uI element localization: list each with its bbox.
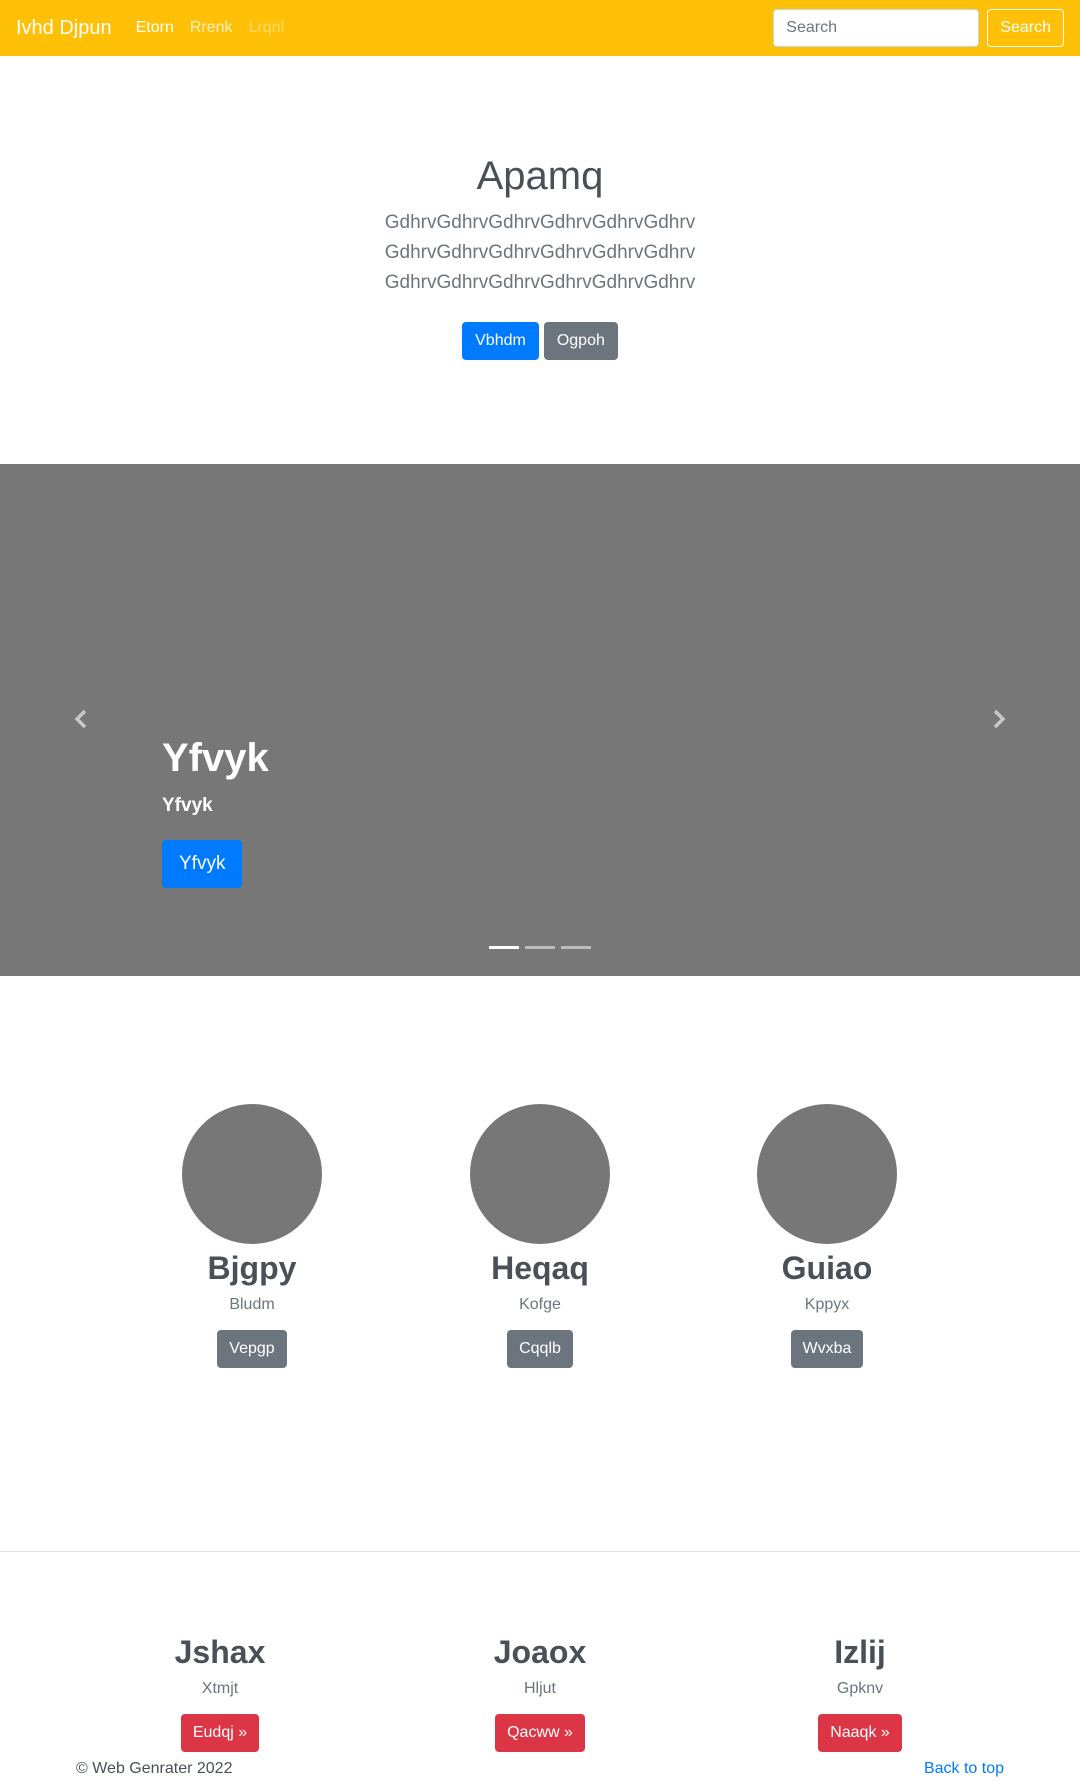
placeholder-image: [470, 1104, 610, 1244]
feature-button[interactable]: Naaqk »: [818, 1714, 902, 1752]
carousel-caption-subtitle: Yfvyk: [162, 795, 213, 816]
hero-secondary-button[interactable]: Ogpoh: [543, 322, 618, 360]
circle-title: Guiao: [781, 1250, 873, 1286]
feature-subtitle: Gpknv: [836, 1680, 884, 1697]
nav-link-lrqnl: Lrqnl: [248, 19, 285, 36]
circle-column: Guiao Kppyx Wvxba: [687, 1104, 967, 1368]
feature-column: Izlij Gpknv Naaqk »: [720, 1632, 1000, 1752]
feature-title: Izlij: [834, 1634, 886, 1670]
chevron-right-icon: [993, 709, 1006, 729]
carousel: Yfvyk Yfvyk Yfvyk: [0, 464, 1080, 976]
carousel-indicator-1[interactable]: [489, 946, 519, 949]
circle-subtitle: Kppyx: [804, 1296, 850, 1313]
carousel-indicators: [0, 946, 1080, 949]
circle-button[interactable]: Wvxba: [790, 1330, 864, 1368]
chevron-left-icon: [74, 709, 87, 729]
circle-column: Heqaq Kofge Cqqlb: [400, 1104, 680, 1368]
circle-button[interactable]: Cqqlb: [507, 1330, 573, 1368]
feature-title: Jshax: [174, 1634, 266, 1670]
carousel-caption-title: Yfvyk: [162, 736, 269, 780]
section-divider: [0, 1551, 1080, 1552]
placeholder-image: [182, 1104, 322, 1244]
feature-button[interactable]: Qacww »: [495, 1714, 585, 1752]
nav-link-etorn[interactable]: Etorn: [136, 19, 174, 37]
feature-subtitle: Hljut: [523, 1680, 556, 1697]
hero-lead: GdhrvGdhrvGdhrvGdhrvGdhrvGdhrvGdhrvGdhrv…: [384, 212, 696, 293]
footer-copyright: © Web Genrater 2022: [76, 1760, 233, 1777]
circle-title: Bjgpy: [207, 1250, 297, 1286]
feature-button[interactable]: Eudqj »: [180, 1714, 260, 1752]
feature-column: Joaox Hljut Qacww »: [400, 1632, 680, 1752]
hero-title: Apamq: [476, 154, 604, 198]
nav-link-rrenk[interactable]: Rrenk: [190, 19, 233, 37]
navbar: Ivhd Djpun Etorn Rrenk Lrqnl Search: [0, 0, 1080, 56]
circle-title: Heqaq: [491, 1250, 589, 1286]
circle-subtitle: Bludm: [229, 1296, 275, 1313]
feature-subtitle: Xtmjt: [201, 1680, 239, 1697]
circle-button[interactable]: Vepgp: [217, 1330, 287, 1368]
hero-section: Apamq GdhrvGdhrvGdhrvGdhrvGdhrvGdhrvGdhr…: [0, 56, 1080, 464]
placeholder-image: [757, 1104, 897, 1244]
carousel-indicator-3[interactable]: [561, 946, 591, 949]
circle-column: Bjgpy Bludm Vepgp: [112, 1104, 392, 1368]
hero-primary-button[interactable]: Vbhdm: [462, 322, 539, 360]
back-to-top-link[interactable]: Back to top: [924, 1760, 1004, 1778]
carousel-caption-button[interactable]: Yfvyk: [162, 840, 243, 888]
circle-subtitle: Kofge: [519, 1296, 561, 1313]
navbar-brand[interactable]: Ivhd Djpun: [16, 17, 112, 40]
hero-buttons: Vbhdm Ogpoh: [0, 322, 1080, 360]
feature-title: Joaox: [493, 1634, 587, 1670]
feature-column: Jshax Xtmjt Eudqj »: [80, 1632, 360, 1752]
carousel-prev-button[interactable]: [66, 704, 96, 734]
carousel-indicator-2[interactable]: [525, 946, 555, 949]
search-button[interactable]: Search: [987, 9, 1064, 47]
carousel-next-button[interactable]: [984, 704, 1014, 734]
search-input[interactable]: [773, 9, 980, 47]
